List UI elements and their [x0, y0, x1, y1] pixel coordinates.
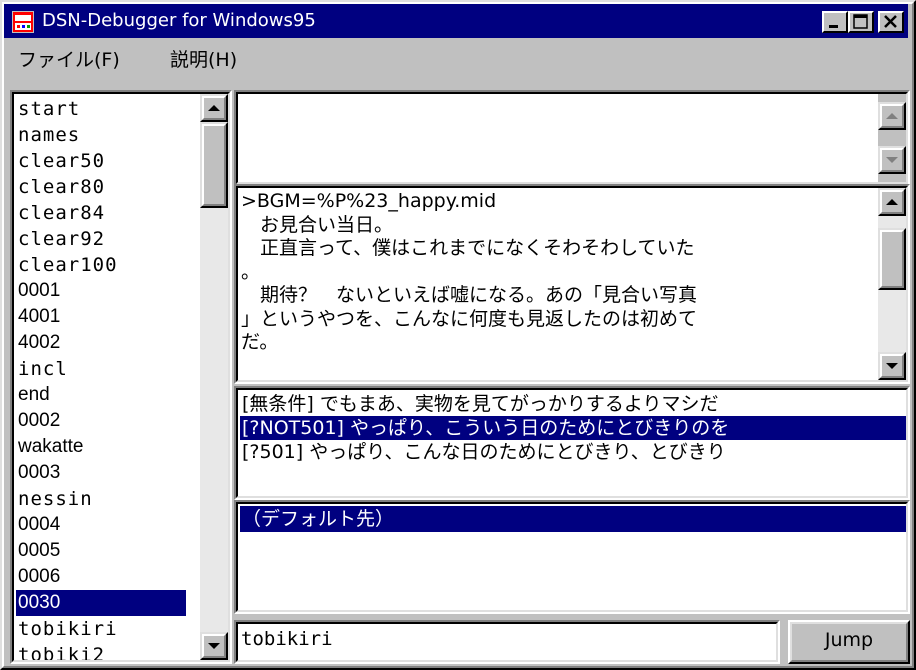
- arrow-up-icon: [886, 113, 898, 119]
- target-item-selected[interactable]: （デフォルト先）: [240, 506, 906, 532]
- list-item[interactable]: clear84: [16, 200, 186, 226]
- list-item[interactable]: clear92: [16, 226, 186, 252]
- list-item[interactable]: tobiki2: [16, 642, 186, 660]
- choice-item-selected[interactable]: [?NOT501] やっぱり、こういう日のためにとびきりのを: [240, 416, 906, 440]
- script-line: だ。: [241, 331, 279, 353]
- script-text[interactable]: >BGM=%P%23_happy.mid お見合い当日。 正直言って、僕はこれま…: [241, 190, 873, 355]
- script-line: >BGM=%P%23_happy.mid: [241, 190, 497, 212]
- scroll-down-button[interactable]: [200, 632, 228, 660]
- script-line: お見合い当日。: [241, 213, 394, 236]
- minimize-icon: [829, 25, 838, 28]
- target-list[interactable]: （デフォルト先）: [234, 500, 910, 614]
- window-title: DSN-Debugger for Windows95: [42, 10, 316, 31]
- preview-scrollbar: [878, 94, 906, 182]
- app-icon: [12, 11, 34, 33]
- arrow-down-icon: [886, 363, 898, 369]
- arrow-up-icon: [886, 199, 898, 205]
- list-item[interactable]: 4002: [16, 330, 186, 356]
- jump-button-label: Jump: [824, 629, 874, 651]
- arrow-down-icon: [208, 643, 220, 649]
- scene-list[interactable]: start names clear50 clear80 clear84 clea…: [10, 90, 232, 664]
- list-item-selected[interactable]: 0030: [16, 590, 186, 616]
- script-line: 正直言って、僕はこれまでになくそわそわしていた: [241, 237, 695, 259]
- list-item[interactable]: 0001: [16, 278, 186, 304]
- maximize-icon: [853, 14, 868, 29]
- arrow-up-icon: [208, 105, 220, 111]
- list-item[interactable]: wakatte: [16, 434, 186, 460]
- scroll-up-button[interactable]: [878, 188, 906, 216]
- list-item[interactable]: 4001: [16, 304, 186, 330]
- list-item[interactable]: 0002: [16, 408, 186, 434]
- scroll-thumb[interactable]: [200, 122, 228, 208]
- list-item[interactable]: 0004: [16, 512, 186, 538]
- menu-bar: ファイル(F) 説明(H): [4, 40, 908, 72]
- choice-list[interactable]: [無条件] でもまあ、実物を見てがっかりするよりマシだ [?NOT501] やっ…: [234, 386, 910, 500]
- script-line: 期待？ ないといえば嘘になる。あの「見合い写真: [241, 284, 698, 306]
- jump-input[interactable]: tobikiri: [234, 620, 780, 664]
- list-item[interactable]: names: [16, 122, 186, 148]
- preview-pane[interactable]: [234, 90, 910, 186]
- scroll-thumb[interactable]: [878, 228, 906, 290]
- close-button[interactable]: [878, 11, 904, 33]
- script-pane[interactable]: >BGM=%P%23_happy.mid お見合い当日。 正直言って、僕はこれま…: [234, 184, 910, 384]
- choice-item[interactable]: [?501] やっぱり、こんな日のためにとびきり、とびきり: [240, 440, 906, 464]
- maximize-button[interactable]: [848, 11, 874, 33]
- scroll-up-button: [878, 102, 906, 130]
- scene-list-scrollbar[interactable]: [200, 94, 228, 660]
- script-line: 」というやつを、こんなに何度も見返したのは初めて: [241, 307, 698, 330]
- list-item[interactable]: clear50: [16, 148, 186, 174]
- list-item[interactable]: 0005: [16, 538, 186, 564]
- minimize-button[interactable]: [822, 11, 848, 33]
- list-item[interactable]: nessin: [16, 486, 186, 512]
- list-item[interactable]: 0006: [16, 564, 186, 590]
- list-item[interactable]: start: [16, 96, 186, 122]
- scroll-up-button[interactable]: [200, 94, 228, 122]
- menu-file[interactable]: ファイル(F): [18, 45, 120, 72]
- menu-help[interactable]: 説明(H): [170, 45, 237, 72]
- close-icon: [884, 15, 897, 28]
- script-line: 。: [241, 260, 261, 283]
- list-item[interactable]: tobikiri: [16, 616, 186, 642]
- jump-input-value: tobikiri: [241, 628, 333, 650]
- list-item[interactable]: end: [16, 382, 186, 408]
- choice-item[interactable]: [無条件] でもまあ、実物を見てがっかりするよりマシだ: [240, 392, 906, 416]
- list-item[interactable]: 0003: [16, 460, 186, 486]
- script-scrollbar[interactable]: [878, 188, 906, 380]
- list-item[interactable]: clear100: [16, 252, 186, 278]
- app-window: DSN-Debugger for Windows95 ファイル(F) 説明(H)…: [0, 0, 916, 670]
- list-item[interactable]: incl: [16, 356, 186, 382]
- arrow-down-icon: [886, 157, 898, 163]
- jump-button[interactable]: Jump: [788, 620, 910, 664]
- scroll-down-button: [878, 146, 906, 174]
- title-bar[interactable]: DSN-Debugger for Windows95: [4, 4, 908, 38]
- scroll-down-button[interactable]: [878, 352, 906, 380]
- list-item[interactable]: clear80: [16, 174, 186, 200]
